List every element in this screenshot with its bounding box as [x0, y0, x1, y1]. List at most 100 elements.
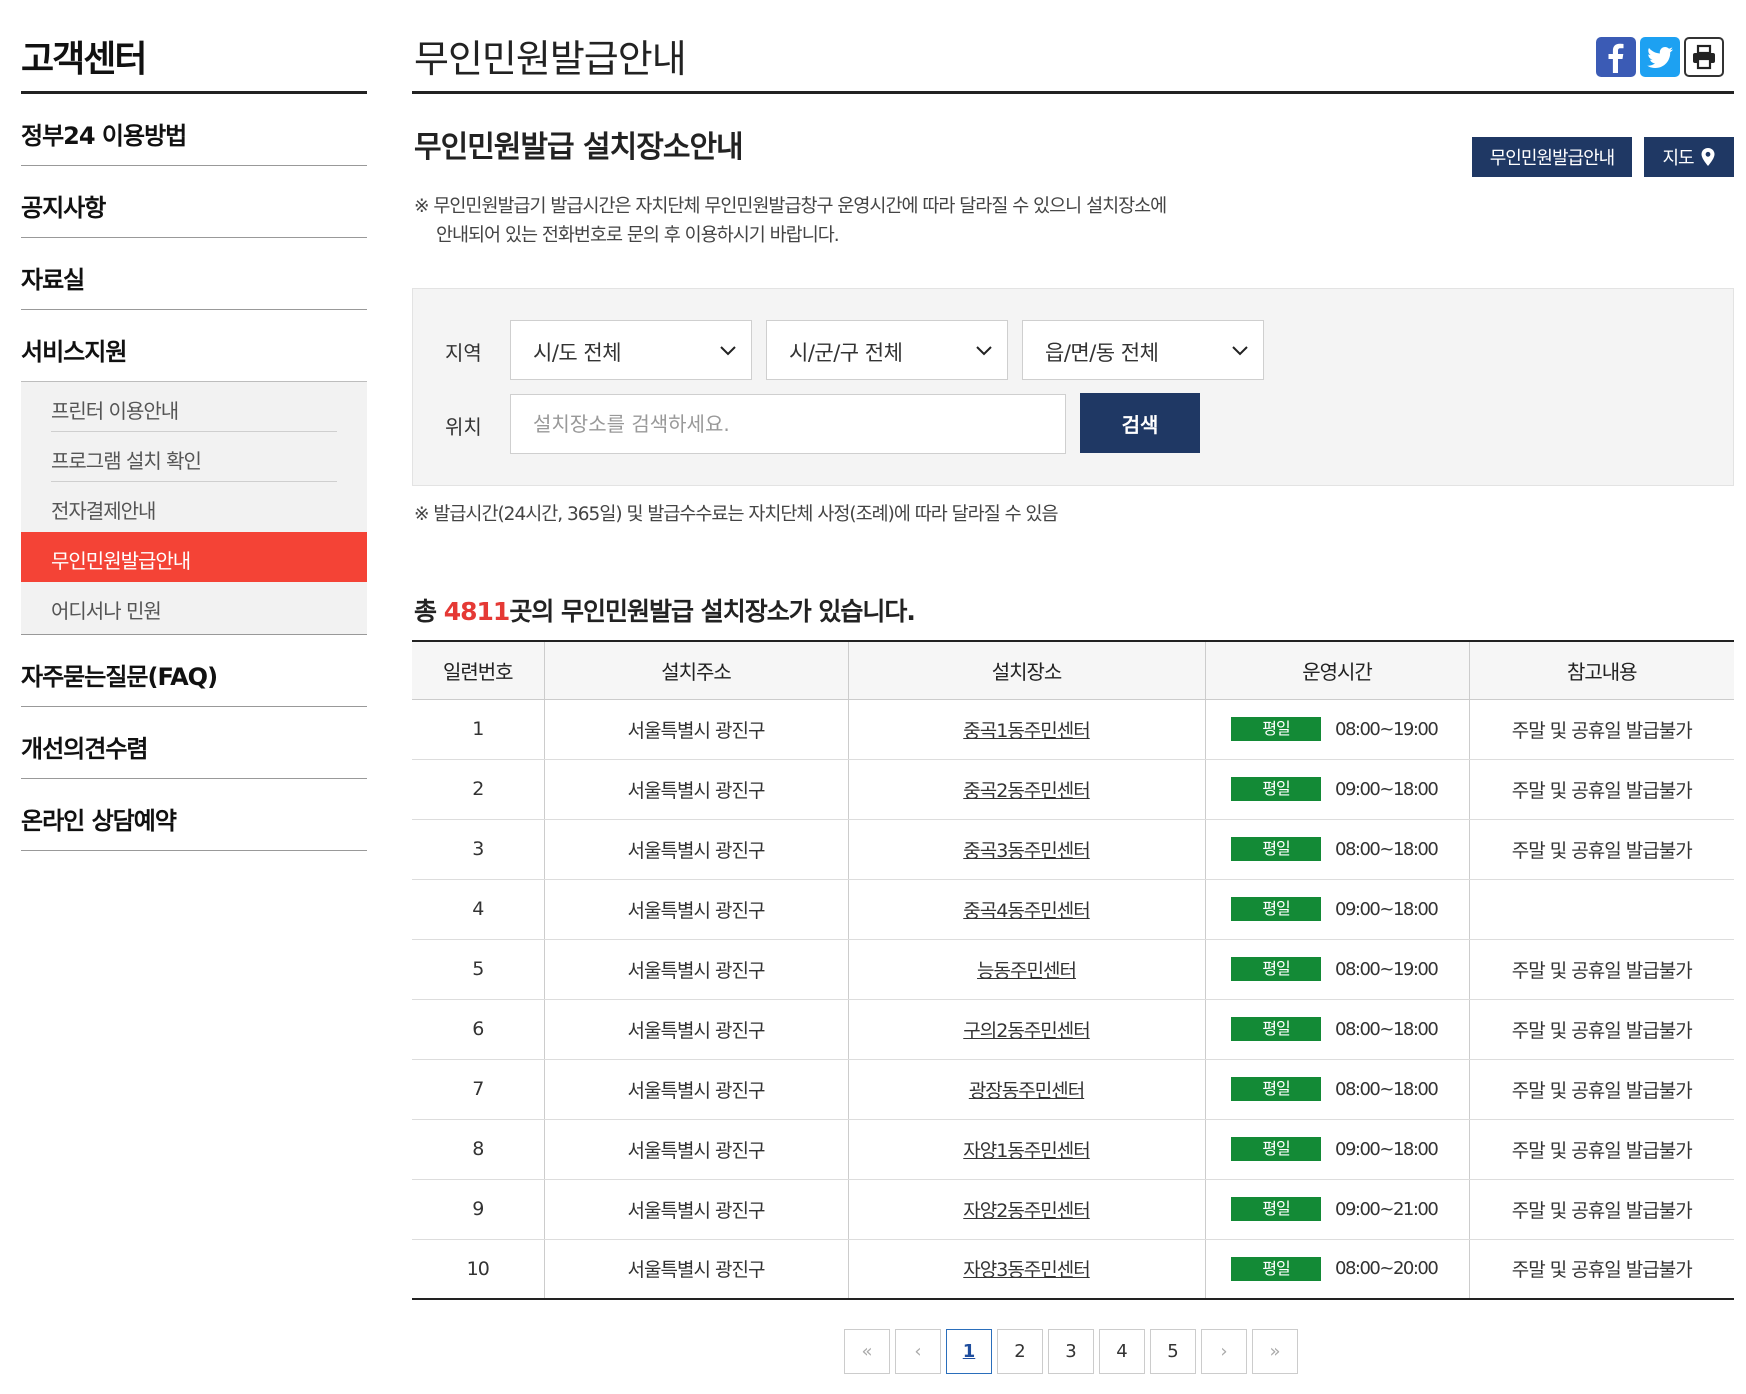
place-link[interactable]: 자양1동주민센터 [963, 1140, 1090, 1162]
fee-notice: ※ 발급시간(24시간, 365일) 및 발급수수료는 자치단체 사정(조례)에… [414, 504, 1059, 525]
cell-address: 서울특별시 광진구 [543, 819, 848, 880]
sidebar-item-faq[interactable]: 자주묻는질문(FAQ) [21, 635, 367, 707]
sidebar-item-service-support[interactable]: 서비스지원 [21, 310, 367, 382]
submenu-item-label: 프로그램 설치 확인 [51, 449, 202, 473]
kiosk-guide-button[interactable]: 무인민원발급안내 [1472, 137, 1632, 177]
cell-serial: 7 [412, 1059, 544, 1120]
weekday-badge: 평일 [1231, 777, 1321, 801]
header-address: 설치주소 [543, 641, 848, 700]
prev-page-button[interactable]: ‹ [895, 1329, 941, 1374]
dong-select[interactable]: 읍/면/동 전체 [1022, 320, 1264, 380]
cell-note: 주말 및 공휴일 발급불가 [1468, 1059, 1734, 1120]
weekday-badge: 평일 [1231, 1077, 1321, 1101]
sigungu-select[interactable]: 시/군/구 전체 [766, 320, 1008, 380]
cell-hours: 평일 08:00~20:00 [1204, 1239, 1469, 1299]
submenu-item-kiosk-guide[interactable]: 무인민원발급안내 [21, 532, 367, 582]
cell-place: 구의2동주민센터 [847, 999, 1205, 1060]
header-serial: 일련번호 [412, 641, 544, 700]
notice-line-2: 안내되어 있는 전화번호로 문의 후 이용하시기 바랍니다. [436, 225, 840, 246]
map-button[interactable]: 지도 [1644, 137, 1734, 177]
total-prefix: 총 [414, 597, 444, 626]
next-page-button[interactable]: › [1201, 1329, 1247, 1374]
submenu-item-payment-guide[interactable]: 전자결제안내 [21, 482, 367, 532]
page-2-button[interactable]: 2 [997, 1329, 1043, 1374]
place-link[interactable]: 광장동주민센터 [969, 1080, 1085, 1102]
page-1-button[interactable]: 1 [946, 1329, 992, 1374]
notice-line-1: ※ 무인민원발급기 발급시간은 자치단체 무인민원발급창구 운영시간에 따라 달… [414, 196, 1167, 217]
cell-place: 자양1동주민센터 [847, 1119, 1205, 1180]
main-content: 무인민원발급안내 무인민원발급 설치장소안내 무인민원발급안내 지도 ※ 무인민… [412, 0, 1734, 1374]
print-icon [1693, 44, 1715, 70]
region-label: 지역 [445, 341, 482, 365]
cell-place: 능동주민센터 [847, 939, 1205, 1000]
submenu-item-anywhere-service[interactable]: 어디서나 민원 [21, 582, 367, 634]
cell-address: 서울특별시 광진구 [543, 699, 848, 760]
sidebar-item-consult-reservation[interactable]: 온라인 상담예약 [21, 779, 367, 851]
chevron-down-icon [1232, 346, 1248, 356]
service-support-submenu: 프린터 이용안내 프로그램 설치 확인 전자결제안내 무인민원발급안내 어디서나… [21, 382, 367, 635]
sidebar-item-feedback[interactable]: 개선의견수렴 [21, 707, 367, 779]
weekday-badge: 평일 [1231, 1197, 1321, 1221]
page-header: 무인민원발급안내 [412, 0, 1734, 94]
cell-address: 서울특별시 광진구 [543, 759, 848, 820]
weekday-badge: 평일 [1231, 957, 1321, 981]
cell-hours: 평일 08:00~19:00 [1204, 939, 1469, 1000]
search-button[interactable]: 검색 [1080, 393, 1200, 453]
cell-hours: 평일 09:00~18:00 [1204, 1119, 1469, 1180]
sidebar-item-library[interactable]: 자료실 [21, 238, 367, 310]
place-link[interactable]: 자양3동주민센터 [963, 1259, 1090, 1281]
cell-serial: 5 [412, 939, 544, 1000]
sido-select-value: 시/도 전체 [533, 341, 622, 365]
twitter-share-button[interactable] [1640, 37, 1680, 77]
sidebar-item-notices[interactable]: 공지사항 [21, 166, 367, 238]
table-row: 9 서울특별시 광진구 자양2동주민센터 평일 09:00~21:00 주말 및 공휴일 … [412, 1179, 1734, 1240]
weekday-badge: 평일 [1231, 897, 1321, 921]
place-link[interactable]: 중곡3동주민센터 [963, 840, 1090, 862]
last-page-button[interactable]: » [1252, 1329, 1298, 1374]
place-link[interactable]: 능동주민센터 [977, 960, 1077, 982]
cell-note: 주말 및 공휴일 발급불가 [1468, 999, 1734, 1060]
place-link[interactable]: 자양2동주민센터 [963, 1200, 1090, 1222]
share-toolbar [1596, 37, 1724, 77]
cell-hours: 평일 09:00~18:00 [1204, 879, 1469, 940]
cell-hours: 평일 08:00~18:00 [1204, 819, 1469, 880]
operating-hours: 09:00~18:00 [1335, 778, 1439, 800]
operating-hours: 08:00~18:00 [1335, 1078, 1439, 1100]
submenu-item-program-check[interactable]: 프로그램 설치 확인 [21, 432, 367, 482]
dong-select-value: 읍/면/동 전체 [1045, 341, 1159, 365]
location-table: 일련번호 설치주소 설치장소 운영시간 참고내용 1 서울특별시 광진구 중곡1동주… [412, 640, 1734, 1300]
place-link[interactable]: 중곡1동주민센터 [963, 720, 1090, 742]
submenu-item-printer-guide[interactable]: 프린터 이용안내 [21, 382, 367, 432]
table-row: 5 서울특별시 광진구 능동주민센터 평일 08:00~19:00 주말 및 공휴일 발급… [412, 939, 1734, 1000]
location-search-input[interactable] [510, 394, 1066, 454]
facebook-share-button[interactable] [1596, 37, 1636, 77]
weekday-badge: 평일 [1231, 1017, 1321, 1041]
place-link[interactable]: 중곡2동주민센터 [963, 780, 1090, 802]
page-4-button[interactable]: 4 [1099, 1329, 1145, 1374]
first-page-button[interactable]: « [844, 1329, 890, 1374]
table-row: 10 서울특별시 광진구 자양3동주민센터 평일 08:00~20:00 주말 및 공휴일… [412, 1239, 1734, 1299]
chevron-down-icon [720, 346, 736, 356]
cell-address: 서울특별시 광진구 [543, 1119, 848, 1180]
submenu-item-label: 어디서나 민원 [51, 599, 162, 623]
total-count: 4811 [443, 597, 511, 626]
cell-serial: 4 [412, 879, 544, 940]
place-link[interactable]: 중곡4동주민센터 [963, 900, 1090, 922]
cell-serial: 10 [466, 1257, 490, 1280]
weekday-badge: 평일 [1231, 717, 1321, 741]
table-row: 1 서울특별시 광진구 중곡1동주민센터 평일 08:00~19:00 주말 및 공휴일 … [412, 699, 1734, 760]
cell-hours: 평일 08:00~18:00 [1204, 999, 1469, 1060]
sido-select[interactable]: 시/도 전체 [510, 320, 752, 380]
sidebar-item-usage-guide[interactable]: 정부24 이용방법 [21, 94, 367, 166]
cell-place: 자양2동주민센터 [847, 1179, 1205, 1240]
page-5-button[interactable]: 5 [1150, 1329, 1196, 1374]
submenu-item-label: 전자결제안내 [51, 499, 156, 523]
table-row: 8 서울특별시 광진구 자양1동주민센터 평일 09:00~18:00 주말 및 공휴일 … [412, 1119, 1734, 1180]
pagination: « ‹ 1 2 3 4 5 › » [844, 1329, 1298, 1374]
page-3-button[interactable]: 3 [1048, 1329, 1094, 1374]
print-button[interactable] [1684, 37, 1724, 77]
place-link[interactable]: 구의2동주민센터 [963, 1020, 1090, 1042]
map-pin-icon [1701, 148, 1715, 166]
cell-serial: 3 [412, 819, 544, 880]
table-row: 2 서울특별시 광진구 중곡2동주민센터 평일 09:00~18:00 주말 및 공휴일 … [412, 759, 1734, 820]
